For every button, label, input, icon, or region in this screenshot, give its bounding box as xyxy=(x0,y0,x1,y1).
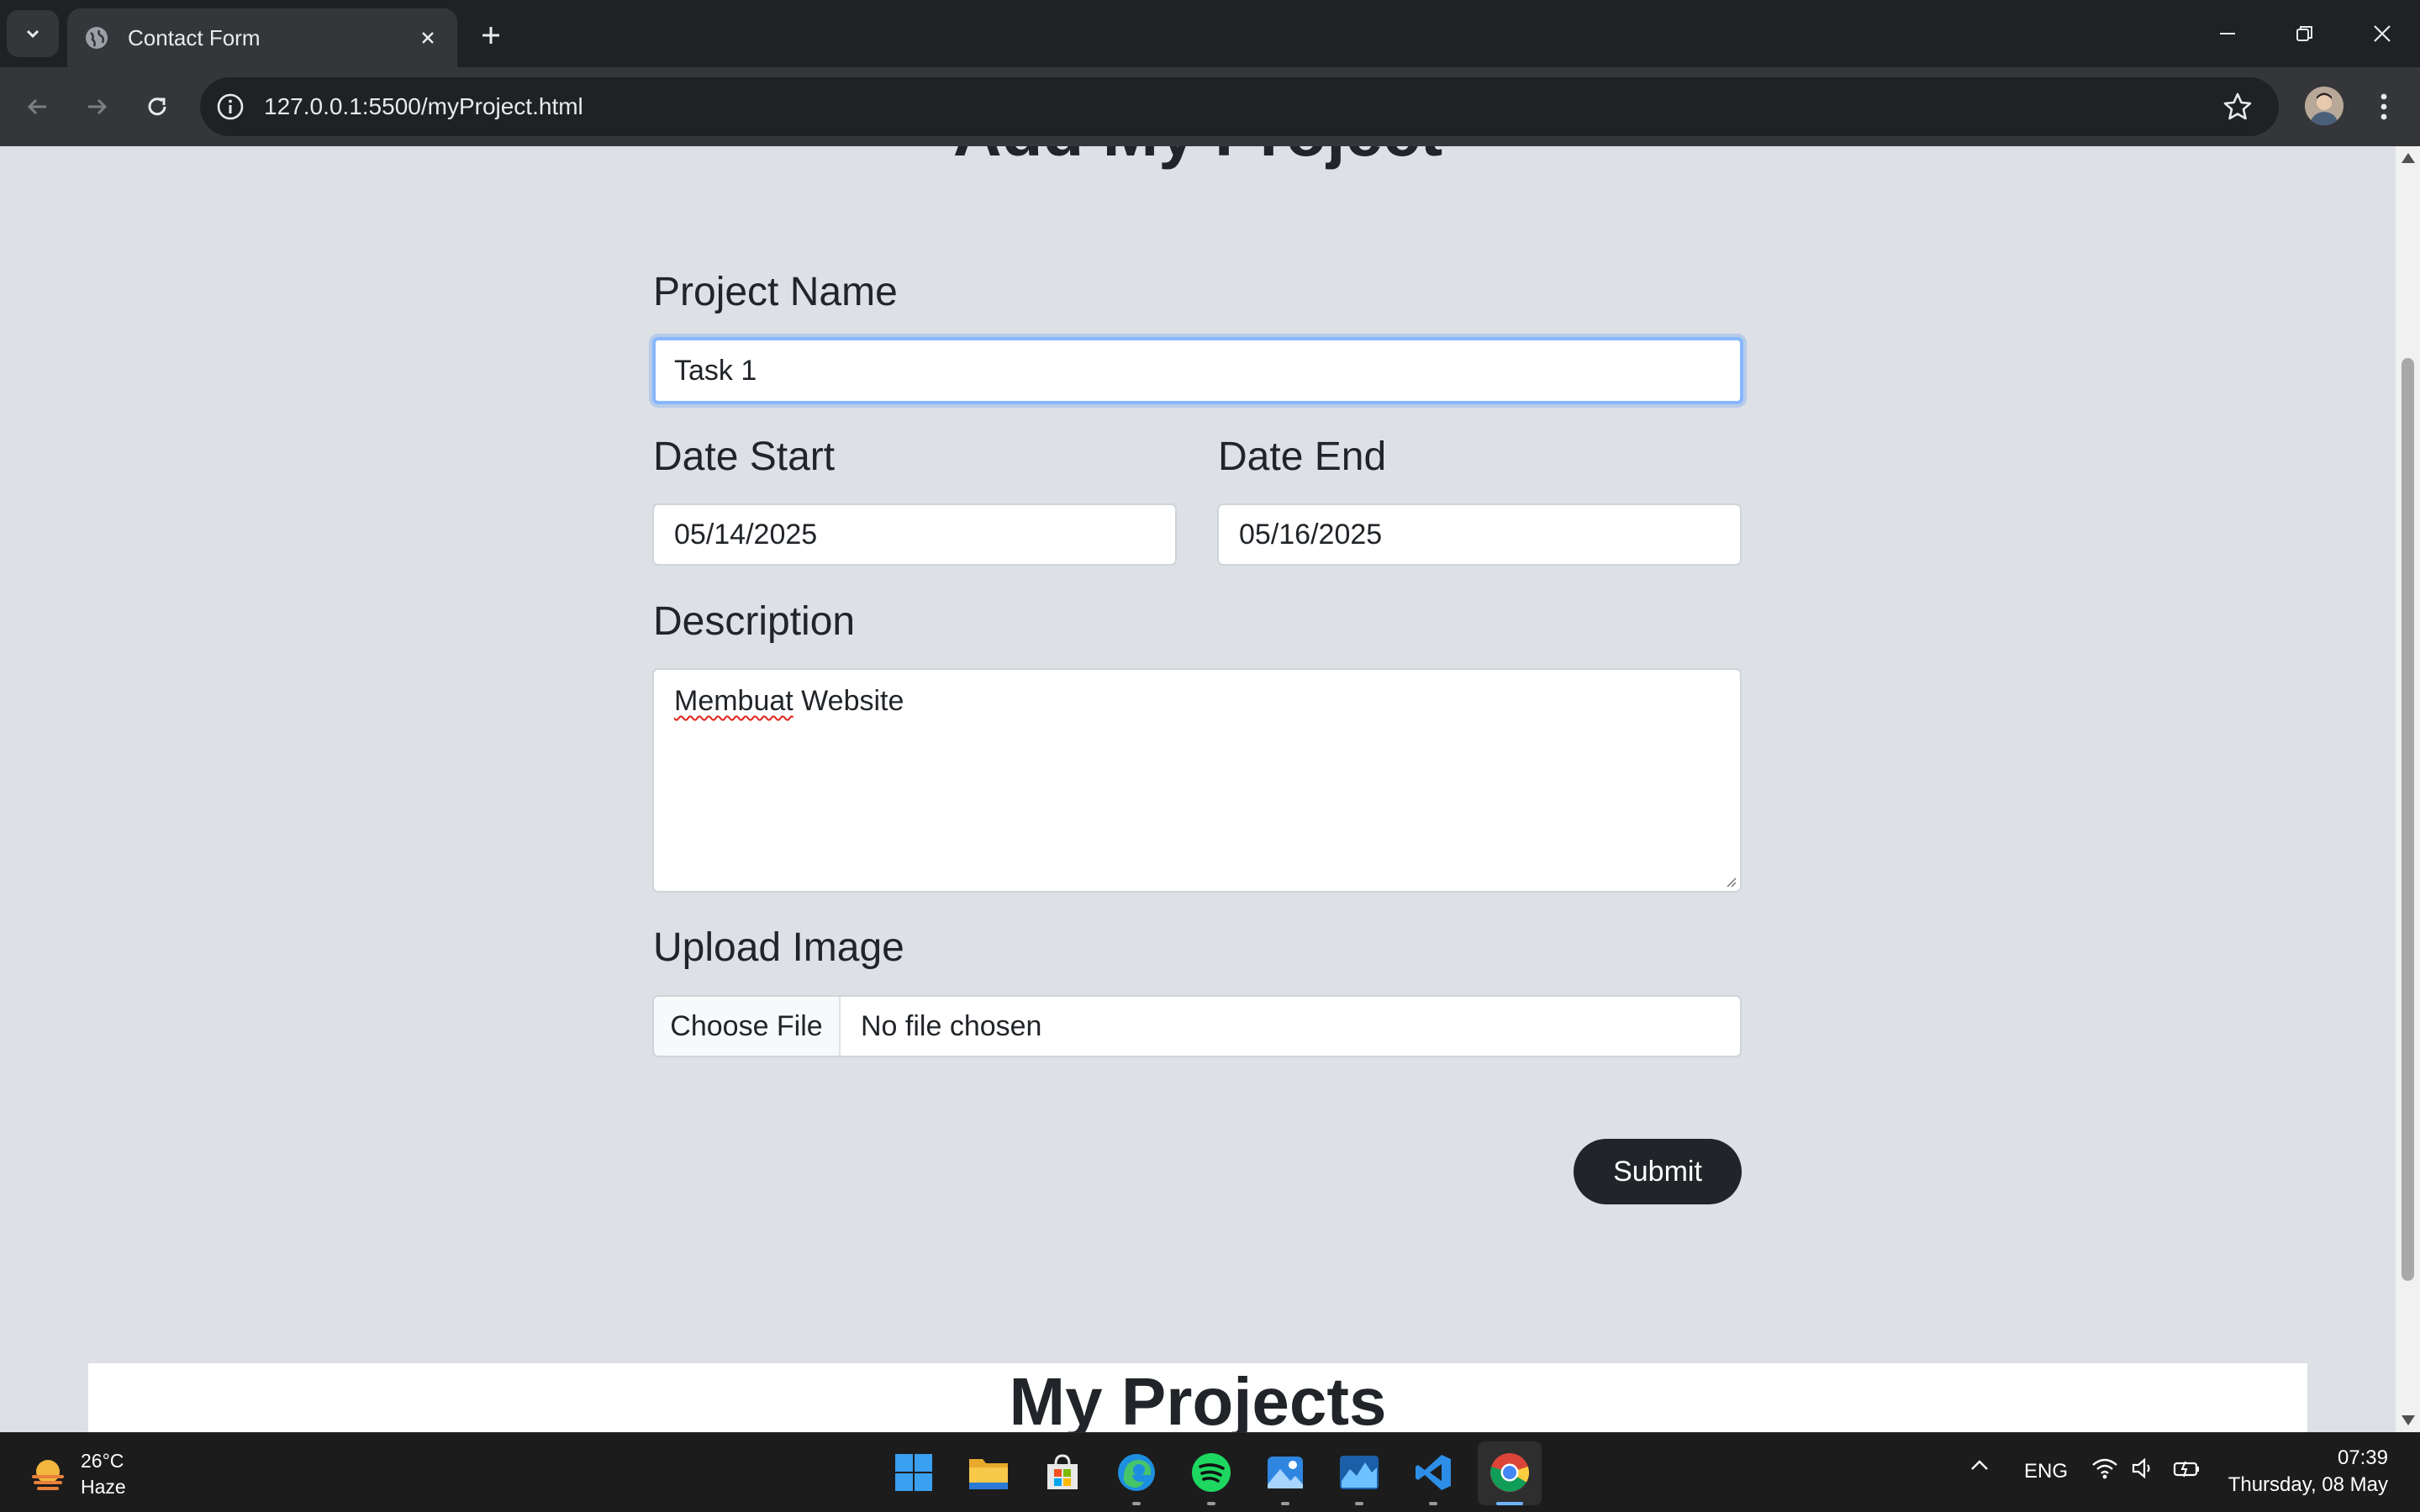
description-label: Description xyxy=(653,599,856,644)
chart-app-icon xyxy=(1340,1456,1379,1489)
more-vert-icon xyxy=(2380,93,2387,120)
weather-temp: 26°C xyxy=(81,1450,124,1472)
sun-haze-icon xyxy=(32,1460,64,1490)
page-scrollbar[interactable] xyxy=(2396,146,2420,1432)
scroll-down-arrow-icon[interactable] xyxy=(2402,1415,2415,1425)
battery-icon[interactable] xyxy=(2172,1457,2202,1486)
vscode-icon xyxy=(1416,1455,1451,1490)
photos-running-indicator xyxy=(1281,1502,1289,1505)
close-tab-icon[interactable] xyxy=(415,25,440,50)
profile-avatar[interactable] xyxy=(2305,87,2344,125)
folder-icon xyxy=(969,1459,1008,1489)
store-icon xyxy=(1047,1454,1078,1489)
chrome-active-indicator xyxy=(1496,1502,1523,1505)
scroll-up-arrow-icon[interactable] xyxy=(2402,153,2415,163)
scrollbar-thumb[interactable] xyxy=(2402,358,2414,1281)
chrome-icon xyxy=(1490,1453,1529,1492)
clock-date: Thursday, 08 May xyxy=(2228,1473,2388,1496)
back-button[interactable] xyxy=(15,84,61,129)
new-tab-button[interactable] xyxy=(472,17,509,54)
weather-widget[interactable]: 26°C Haze xyxy=(27,1448,126,1500)
bookmark-star-icon[interactable] xyxy=(2222,91,2254,123)
date-start-label: Date Start xyxy=(653,435,836,479)
language-indicator[interactable]: ENG xyxy=(2024,1460,2068,1483)
photos-button[interactable] xyxy=(1261,1448,1310,1497)
activity-running-indicator xyxy=(1355,1502,1363,1505)
upload-image-label: Upload Image xyxy=(653,925,904,970)
edge-button[interactable] xyxy=(1112,1448,1161,1497)
info-icon[interactable] xyxy=(215,92,245,122)
description-word: Website xyxy=(793,685,904,717)
close-window-button[interactable] xyxy=(2355,12,2409,55)
profile-photo-icon xyxy=(2305,87,2344,125)
project-name-label: Project Name xyxy=(653,270,898,314)
tab-title: Contact Form xyxy=(128,24,261,50)
description-value: Membuat Website xyxy=(674,685,904,718)
vscode-button[interactable] xyxy=(1409,1448,1458,1497)
activity-monitor-button[interactable] xyxy=(1335,1448,1384,1497)
tab-search-button[interactable] xyxy=(7,10,59,57)
forward-button[interactable] xyxy=(74,84,119,129)
project-name-input[interactable]: Task 1 xyxy=(652,337,1743,404)
edge-icon xyxy=(1118,1454,1155,1491)
project-name-value: Task 1 xyxy=(674,354,757,387)
windows-taskbar: 26°C Haze ENG 07:39 Thursday, 08 May xyxy=(0,1432,2420,1512)
spellcheck-word: Membuat xyxy=(674,685,793,717)
windows-icon xyxy=(895,1454,932,1491)
tab-strip: Contact Form xyxy=(0,0,2420,67)
spotify-running-indicator xyxy=(1207,1502,1215,1505)
globe-icon xyxy=(86,27,108,49)
minimize-icon xyxy=(2220,33,2235,34)
restore-button[interactable] xyxy=(2278,12,2332,55)
arrow-right-icon xyxy=(88,98,108,115)
chevron-up-icon xyxy=(1971,1460,1988,1470)
description-textarea[interactable]: Membuat Website xyxy=(652,668,1742,893)
address-bar[interactable]: 127.0.0.1:5500/myProject.html xyxy=(200,77,2279,136)
wifi-icon[interactable] xyxy=(2091,1457,2118,1486)
date-end-input[interactable]: 05/16/2025 xyxy=(1217,503,1742,566)
browser-tab[interactable]: Contact Form xyxy=(67,8,457,67)
projects-heading: My Projects xyxy=(1009,1364,1387,1432)
browser-toolbar: 127.0.0.1:5500/myProject.html xyxy=(0,67,2420,146)
upload-image-input[interactable]: Choose File No file chosen xyxy=(652,995,1742,1057)
edge-running-indicator xyxy=(1132,1502,1141,1505)
page-viewport: Add My Project Project Name Task 1 Date … xyxy=(0,146,2396,1432)
show-hidden-icons-button[interactable] xyxy=(1969,1455,1990,1483)
reload-button[interactable] xyxy=(134,84,180,129)
weather-desc: Haze xyxy=(81,1476,126,1498)
browser-menu-button[interactable] xyxy=(2369,86,2399,128)
close-icon xyxy=(2374,25,2391,42)
submit-button[interactable]: Submit xyxy=(1574,1139,1742,1204)
reload-icon xyxy=(148,97,166,116)
page-title: Add My Project xyxy=(0,146,2396,171)
chrome-button[interactable] xyxy=(1485,1448,1534,1497)
projects-section: My Projects xyxy=(88,1363,2307,1432)
system-clock[interactable]: 07:39 Thursday, 08 May xyxy=(2228,1445,2388,1499)
restore-icon xyxy=(2296,26,2312,41)
photos-icon xyxy=(1268,1457,1303,1488)
choose-file-button[interactable]: Choose File xyxy=(654,997,841,1056)
store-button[interactable] xyxy=(1038,1448,1087,1497)
resize-grip-icon[interactable] xyxy=(1725,876,1737,888)
date-start-input[interactable]: 05/14/2025 xyxy=(652,503,1177,566)
chevron-down-icon xyxy=(26,29,40,39)
spotify-icon xyxy=(1192,1453,1231,1492)
spotify-button[interactable] xyxy=(1187,1448,1236,1497)
vscode-running-indicator xyxy=(1429,1502,1437,1505)
date-end-value: 05/16/2025 xyxy=(1239,518,1383,551)
volume-icon[interactable] xyxy=(2131,1457,2156,1486)
date-start-value: 05/14/2025 xyxy=(674,518,818,551)
clock-time: 07:39 xyxy=(2337,1446,2388,1469)
date-end-label: Date End xyxy=(1218,435,1387,479)
start-button[interactable] xyxy=(889,1448,938,1497)
url-text: 127.0.0.1:5500/myProject.html xyxy=(264,93,583,119)
file-explorer-button[interactable] xyxy=(964,1448,1013,1497)
minimize-button[interactable] xyxy=(2201,12,2254,55)
arrow-left-icon xyxy=(27,98,46,115)
file-status: No file chosen xyxy=(861,1009,1042,1042)
plus-icon xyxy=(482,27,499,44)
